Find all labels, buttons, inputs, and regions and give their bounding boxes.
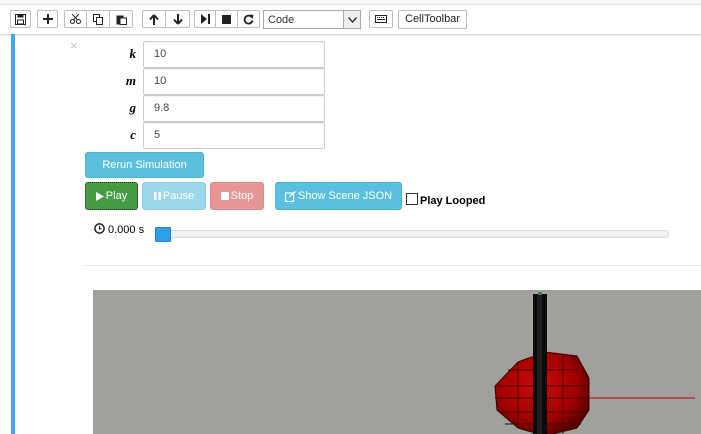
output-divider <box>85 265 701 266</box>
keyboard-icon <box>375 15 387 23</box>
paste-button[interactable] <box>110 10 133 28</box>
param-label-g: g <box>129 100 137 115</box>
time-slider-track[interactable] <box>157 230 669 238</box>
notebook-toolbar: Code CellToolbar <box>0 5 701 35</box>
scene-viewport[interactable] <box>93 290 701 434</box>
cell-type-select[interactable]: Code <box>263 10 361 29</box>
param-label-m: m <box>125 73 136 88</box>
param-input-m[interactable]: 10 <box>143 68 325 95</box>
interrupt-kernel-button[interactable] <box>216 10 238 28</box>
stop-button[interactable]: Stop <box>210 182 264 210</box>
stop-square-icon <box>220 192 229 200</box>
refresh-icon <box>243 14 254 24</box>
show-scene-json-button[interactable]: Show Scene JSON <box>275 182 402 210</box>
close-output-icon[interactable]: × <box>70 38 78 53</box>
play-looped-label: Play Looped <box>420 195 486 207</box>
show-scene-json-label: Show Scene JSON <box>297 190 393 202</box>
play-icon <box>95 191 104 201</box>
param-input-g[interactable]: 9.8 <box>143 95 325 122</box>
rerun-label: Rerun Simulation <box>102 159 187 171</box>
rerun-simulation-button[interactable]: Rerun Simulation <box>85 152 204 178</box>
cell-type-value: Code <box>268 14 295 26</box>
selected-cell-indicator <box>11 34 15 434</box>
stop-icon <box>222 14 231 24</box>
move-down-button[interactable] <box>166 10 190 28</box>
play-looped-checkbox[interactable] <box>406 193 418 205</box>
pause-label: Pause <box>162 190 195 202</box>
step-forward-icon <box>200 14 210 24</box>
time-readout: 0.000 s <box>108 224 145 236</box>
save-button[interactable] <box>10 10 31 28</box>
command-palette-button[interactable] <box>369 10 393 28</box>
param-input-c[interactable]: 5 <box>143 122 325 149</box>
pause-icon <box>153 192 161 200</box>
move-up-button[interactable] <box>142 10 166 28</box>
param-label-k: k <box>129 46 137 61</box>
cut-icon <box>70 14 81 24</box>
pause-button[interactable]: Pause <box>142 182 206 210</box>
paste-icon <box>116 15 127 25</box>
copy-button[interactable] <box>87 10 110 28</box>
param-input-k[interactable]: 10 <box>143 41 325 68</box>
play-button[interactable]: Play <box>85 182 138 210</box>
insert-cell-button[interactable] <box>37 10 58 28</box>
save-icon <box>15 13 26 25</box>
run-cell-button[interactable] <box>194 10 216 28</box>
edit-icon <box>284 190 296 202</box>
cut-button[interactable] <box>64 10 87 28</box>
clock-icon <box>94 223 105 237</box>
stop-label: Stop <box>230 190 254 202</box>
chevron-down-icon <box>343 11 360 28</box>
vertical-rod <box>533 292 547 434</box>
plus-icon <box>42 14 53 24</box>
time-slider-handle[interactable] <box>155 227 171 242</box>
simulation-render <box>494 292 695 434</box>
arrow-up-icon <box>149 13 159 25</box>
play-label: Play <box>105 190 128 202</box>
restart-kernel-button[interactable] <box>238 10 260 28</box>
arrow-down-icon <box>172 13 183 25</box>
copy-icon <box>92 13 103 25</box>
cell-toolbar-button[interactable]: CellToolbar <box>398 10 468 29</box>
param-label-c: c <box>130 127 136 142</box>
